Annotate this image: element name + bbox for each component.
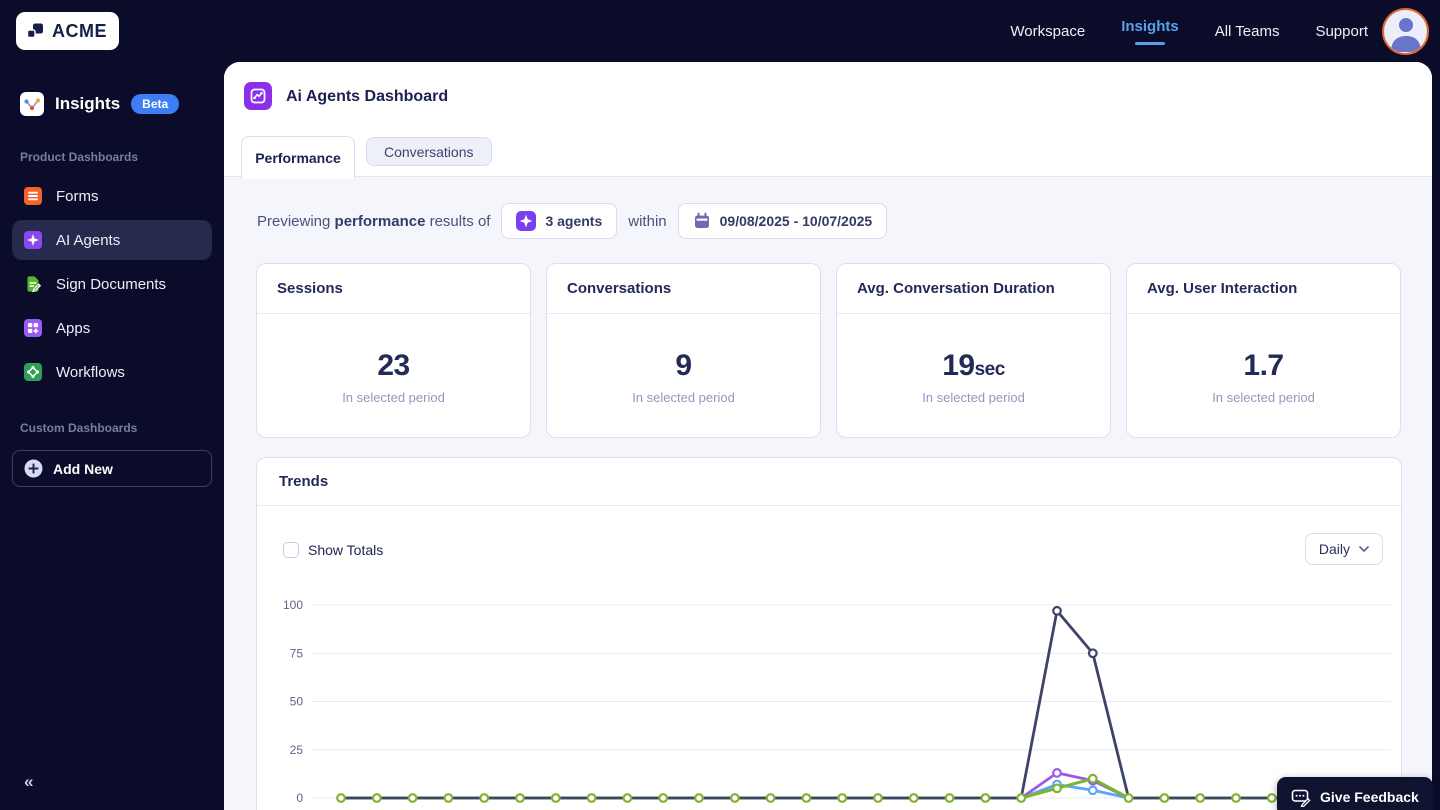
nav-item-all-teams[interactable]: All Teams bbox=[1215, 23, 1280, 40]
stat-title: Avg. User Interaction bbox=[1127, 264, 1400, 314]
sparkle-icon bbox=[516, 211, 537, 231]
stat-value: 1.7 bbox=[1243, 348, 1284, 382]
show-totals-checkbox[interactable] bbox=[283, 542, 299, 558]
user-avatar[interactable] bbox=[1382, 8, 1429, 55]
forms-icon bbox=[24, 187, 42, 205]
sidebar-item-ai-agents[interactable]: AI Agents bbox=[12, 220, 212, 260]
nav-item-insights[interactable]: Insights bbox=[1121, 18, 1179, 45]
interval-dropdown[interactable]: Daily bbox=[1304, 533, 1383, 565]
stat-caption: In selected period bbox=[922, 389, 1025, 405]
tab-performance[interactable]: Performance bbox=[241, 136, 355, 179]
stat-title: Conversations bbox=[547, 264, 820, 314]
stat-value: 9 bbox=[675, 348, 692, 382]
top-bar: ACME Workspace Insights All Teams Suppor… bbox=[0, 0, 1440, 62]
filter-description: Previewing performance results of bbox=[257, 212, 491, 230]
beta-badge: Beta bbox=[131, 94, 180, 114]
custom-dashboards-label: Custom Dashboards bbox=[20, 421, 138, 435]
sign-documents-icon bbox=[24, 275, 42, 293]
filter-row: Previewing performance results of 3 agen… bbox=[257, 203, 888, 239]
stat-card-sessions: Sessions 23 In selected period bbox=[256, 263, 531, 438]
trends-line-chart: 0 25 50 75 100 bbox=[283, 598, 1391, 805]
sidebar-item-forms[interactable]: Forms bbox=[12, 176, 212, 216]
stat-title: Sessions bbox=[257, 264, 530, 314]
nav-item-workspace[interactable]: Workspace bbox=[1010, 23, 1085, 40]
active-nav-underline bbox=[1134, 41, 1165, 45]
chevron-down-icon bbox=[1359, 546, 1369, 552]
agents-selector-button[interactable]: 3 agents bbox=[501, 203, 618, 239]
sidebar-header: Insights Beta bbox=[20, 92, 180, 116]
person-icon bbox=[1390, 18, 1421, 52]
apps-icon bbox=[24, 319, 42, 337]
show-totals-label: Show Totals bbox=[308, 542, 384, 558]
sidebar: Insights Beta Product Dashboards Forms A… bbox=[0, 62, 224, 810]
show-totals-toggle[interactable]: Show Totals bbox=[283, 542, 383, 558]
svg-text:25: 25 bbox=[290, 743, 304, 757]
sidebar-collapse-button[interactable]: « bbox=[24, 772, 33, 792]
date-range-button[interactable]: 09/08/2025 - 10/07/2025 bbox=[677, 203, 888, 239]
date-range-label: 09/08/2025 - 10/07/2025 bbox=[719, 213, 873, 229]
svg-text:50: 50 bbox=[290, 695, 304, 709]
trends-card: Trends Show Totals Daily 0 25 50 75 100 bbox=[256, 457, 1402, 810]
acme-logo[interactable]: ACME bbox=[16, 12, 119, 50]
stat-unit: sec bbox=[974, 358, 1006, 380]
sidebar-title: Insights bbox=[55, 94, 121, 113]
dashboard-chart-icon bbox=[244, 82, 272, 110]
sidebar-item-sign-documents[interactable]: Sign Documents bbox=[12, 264, 212, 304]
add-new-button[interactable]: Add New bbox=[12, 450, 212, 487]
svg-text:0: 0 bbox=[296, 791, 303, 805]
sidebar-item-workflows[interactable]: Workflows bbox=[12, 352, 212, 392]
stat-caption: In selected period bbox=[1212, 389, 1315, 405]
feedback-icon bbox=[1291, 788, 1311, 807]
dashboard-header: Ai Agents Dashboard Performance Conversa… bbox=[224, 62, 1432, 179]
ai-agents-icon bbox=[24, 231, 42, 249]
plus-circle-icon bbox=[24, 459, 43, 478]
within-label: within bbox=[628, 212, 667, 230]
trends-title: Trends bbox=[257, 458, 1401, 506]
interval-label: Daily bbox=[1318, 541, 1350, 557]
sidebar-item-apps[interactable]: Apps bbox=[12, 308, 212, 348]
stat-card-avg-user-interaction: Avg. User Interaction 1.7 In selected pe… bbox=[1126, 263, 1401, 438]
stat-card-conversations: Conversations 9 In selected period bbox=[546, 263, 821, 438]
stat-value: 23 bbox=[377, 348, 410, 382]
insights-icon bbox=[20, 92, 44, 116]
stat-cards-row: Sessions 23 In selected period Conversat… bbox=[256, 263, 1401, 438]
tab-conversations[interactable]: Conversations bbox=[366, 137, 492, 166]
workflows-icon bbox=[24, 363, 42, 381]
main-panel: Ai Agents Dashboard Performance Conversa… bbox=[224, 62, 1432, 810]
calendar-icon bbox=[693, 212, 711, 230]
page-title: Ai Agents Dashboard bbox=[286, 88, 449, 105]
stat-caption: In selected period bbox=[632, 389, 735, 405]
stat-caption: In selected period bbox=[342, 389, 445, 405]
acme-logo-icon bbox=[25, 21, 46, 42]
stat-card-avg-conversation-duration: Avg. Conversation Duration 19sec In sele… bbox=[836, 263, 1111, 438]
top-navigation: Workspace Insights All Teams Support bbox=[1010, 0, 1368, 62]
svg-text:75: 75 bbox=[290, 646, 304, 660]
product-dashboards-label: Product Dashboards bbox=[20, 150, 139, 164]
stat-value: 19 bbox=[942, 348, 975, 382]
svg-text:100: 100 bbox=[283, 598, 303, 612]
nav-item-support[interactable]: Support bbox=[1315, 23, 1368, 40]
acme-logo-text: ACME bbox=[52, 20, 107, 41]
sidebar-menu: Forms AI Agents Sign Documents Apps Work… bbox=[12, 176, 212, 392]
stat-title: Avg. Conversation Duration bbox=[837, 264, 1110, 314]
agents-count-label: 3 agents bbox=[545, 213, 603, 229]
give-feedback-button[interactable]: Give Feedback bbox=[1277, 777, 1433, 810]
